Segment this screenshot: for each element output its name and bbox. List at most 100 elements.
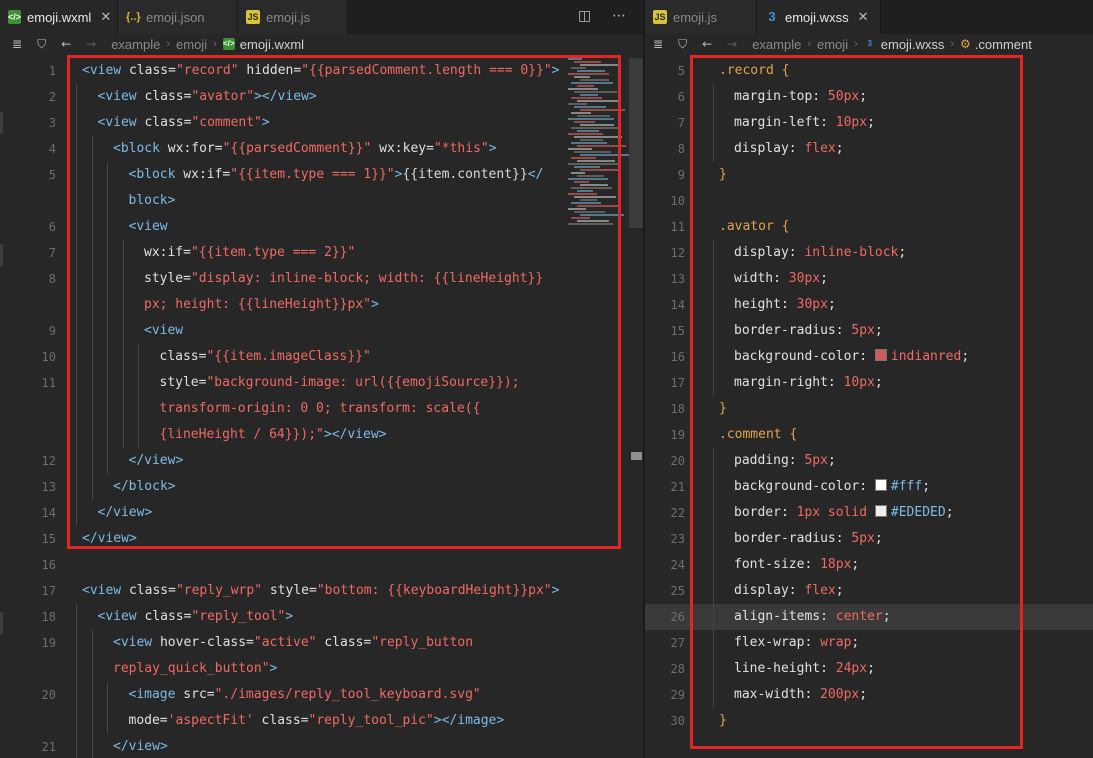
indent-guide [76, 708, 77, 734]
code-token: .record [719, 63, 782, 78]
breadcrumb-item[interactable]: example [752, 37, 801, 52]
indent-guide [713, 526, 714, 552]
code-token: {lineHeight / 64}});" [159, 427, 324, 442]
minimap-stroke [574, 196, 616, 198]
breadcrumb-item[interactable]: example [111, 37, 160, 52]
code-token: border: [734, 505, 797, 520]
list-icon[interactable]: ≣ [12, 37, 22, 51]
line-number: 28 [670, 662, 685, 676]
code-text: display: flex; [734, 136, 844, 162]
code-token: px; height: {{lineHeight}}px" [144, 297, 371, 312]
indent-guide [138, 396, 139, 422]
code-token: > [261, 115, 270, 130]
code-line: 16 [0, 552, 643, 578]
tab-emoji-js[interactable]: JS emoji.js [645, 0, 757, 34]
left-code-area[interactable]: 1 <view class="record" hidden="{{parsedCo… [0, 58, 643, 758]
indent-guide [91, 370, 93, 396]
code-token: flex-wrap: [734, 635, 821, 650]
code-text: mode='aspectFit' class="reply_tool_pic">… [129, 708, 505, 734]
vertical-scrollbar[interactable] [629, 58, 643, 228]
indent-guide [713, 604, 714, 630]
close-icon[interactable]: ✕ [858, 9, 869, 25]
code-token: border-radius: [734, 323, 852, 338]
code-line: 19 .comment { [645, 422, 1093, 448]
indent-guide [76, 344, 77, 370]
indent-guide [138, 344, 139, 370]
breadcrumb-item[interactable]: .comment [975, 37, 1032, 52]
breadcrumb-separator-icon: › [950, 38, 955, 50]
split-editor-icon[interactable]: ◫ [578, 8, 591, 24]
code-token: class= [159, 349, 207, 364]
code-token: ; [945, 505, 954, 520]
tab-emoji-wxss[interactable]: 3 emoji.wxss ✕ [757, 0, 881, 34]
code-token: class= [128, 63, 176, 78]
code-text: </block> [113, 474, 176, 500]
code-text: .comment { [719, 422, 797, 448]
code-line: mode='aspectFit' class="reply_tool_pic">… [0, 708, 643, 734]
code-line: 21 </view> [0, 734, 643, 758]
indent-guide [713, 500, 714, 526]
code-token: 1px solid [796, 505, 875, 520]
line-number: 14 [670, 298, 685, 312]
breadcrumb-item[interactable]: emoji [176, 37, 207, 52]
code-text: <view [129, 214, 168, 240]
code-token: class= [253, 713, 309, 728]
indent-guide [713, 656, 714, 682]
forward-arrow-icon[interactable]: → [727, 37, 737, 51]
bookmark-icon[interactable]: ⛉ [678, 37, 687, 52]
close-icon[interactable]: ✕ [100, 9, 111, 25]
breadcrumb-item[interactable]: emoji.wxss [881, 37, 945, 52]
code-text: <view class="reply_wrp" style="bottom: {… [82, 578, 559, 604]
list-icon[interactable]: ≣ [653, 37, 663, 51]
code-line: 18 <view class="reply_tool"> [0, 604, 643, 630]
minimap[interactable] [568, 58, 630, 228]
indent-guide [76, 682, 77, 708]
code-token: ; [922, 479, 931, 494]
indent-guide [91, 136, 93, 162]
right-code-area[interactable]: 5 .record {6 margin-top: 50px; 7 margin-left… [645, 58, 1093, 758]
code-token: transform-origin: 0 0; transform: scale(… [159, 401, 481, 416]
code-text: <view hover-class="active" class="reply_… [113, 630, 473, 656]
code-line: transform-origin: 0 0; transform: scale(… [0, 396, 643, 422]
code-line: 15 </view> [0, 526, 643, 552]
code-token: ; [835, 583, 844, 598]
breadcrumb-separator-icon: › [213, 38, 217, 50]
minimap-stroke [577, 130, 599, 132]
code-text: block> [129, 188, 176, 214]
code-text: border-radius: 5px; [734, 526, 883, 552]
back-arrow-icon[interactable]: ← [702, 37, 712, 51]
wxml-file-icon: </> [222, 38, 235, 50]
code-text: border: 1px solid #EDEDED; [734, 500, 954, 526]
color-swatch [874, 349, 887, 361]
indent-guide [91, 630, 93, 656]
code-text: </view> [129, 448, 184, 474]
code-token: display: [734, 245, 805, 260]
code-line: 2 <view class="avator"></view> [0, 84, 643, 110]
more-icon[interactable]: ⋯ [612, 8, 626, 24]
tab-emoji-js[interactable]: JS emoji.js [238, 0, 348, 34]
back-arrow-icon[interactable]: ← [61, 37, 71, 51]
breadcrumb-item[interactable]: emoji.wxml [240, 37, 304, 52]
code-token: wx:key= [371, 141, 434, 156]
line-number: 22 [670, 506, 685, 520]
bookmark-icon[interactable]: ⛉ [37, 37, 46, 52]
forward-arrow-icon[interactable]: → [86, 37, 96, 51]
editor-window: </> emoji.wxml ✕ {..} emoji.json JS emoji.js ◫… [0, 0, 1093, 758]
tab-emoji-json[interactable]: {..} emoji.json [118, 0, 238, 34]
indent-guide [713, 292, 714, 318]
line-number: 18 [41, 610, 56, 624]
code-token: "display: inline-block; width: {{lineHei… [190, 271, 544, 286]
code-token: "avator" [191, 89, 255, 104]
code-token: font-size: [734, 557, 821, 572]
minimap-stroke [571, 187, 612, 189]
indent-guide [76, 214, 77, 240]
code-token: "reply_tool" [191, 609, 286, 624]
breadcrumb-item[interactable]: emoji [817, 37, 848, 52]
code-token: replay_quick_button" [113, 661, 270, 676]
minimap-stroke [580, 139, 603, 141]
tab-emoji-wxml[interactable]: </> emoji.wxml ✕ [0, 0, 118, 34]
line-number: 7 [677, 116, 685, 130]
code-token: margin-right: [734, 375, 844, 390]
code-token: ; [827, 453, 836, 468]
indent-guide [713, 474, 714, 500]
